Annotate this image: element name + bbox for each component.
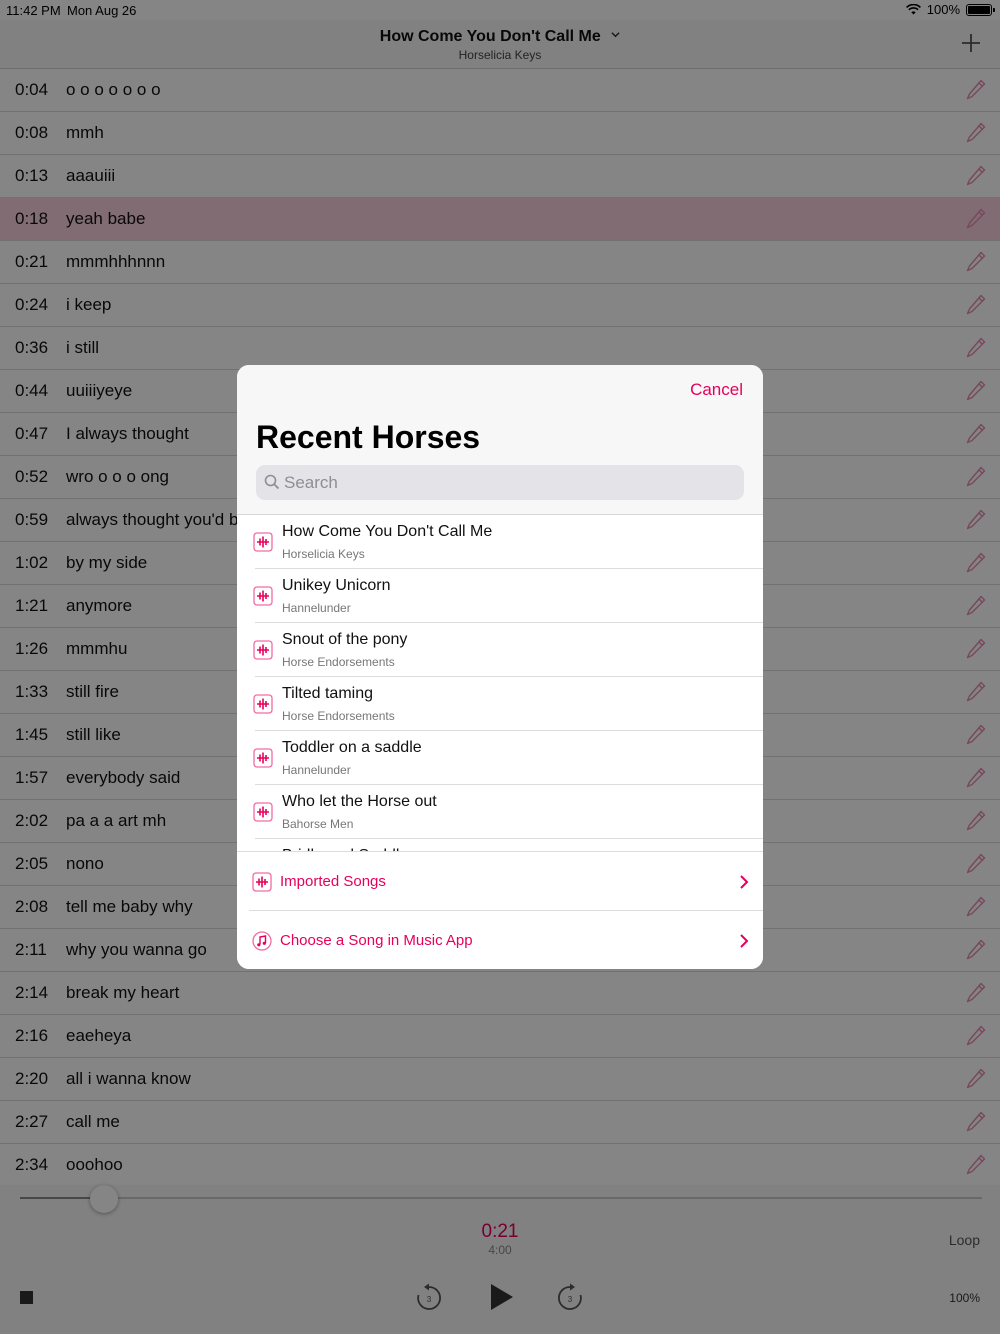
search-field[interactable] xyxy=(256,465,744,500)
song-item-artist: Horse Endorsements xyxy=(282,655,395,669)
waveform-icon xyxy=(253,586,273,606)
song-item-artist: Hannelunder xyxy=(282,601,351,615)
modal-header: Cancel Recent Horses xyxy=(237,365,763,515)
search-input[interactable] xyxy=(284,465,734,500)
waveform-icon xyxy=(253,640,273,660)
waveform-icon xyxy=(253,802,273,822)
chevron-right-icon xyxy=(740,875,749,889)
song-item-title: Toddler on a saddle xyxy=(282,739,422,756)
song-item[interactable]: Unikey Unicorn Hannelunder xyxy=(237,569,763,623)
link-label: Choose a Song in Music App xyxy=(280,932,473,949)
song-item-title: Tilted taming xyxy=(282,685,373,702)
chevron-right-icon xyxy=(740,934,749,948)
song-item-title: Snout of the pony xyxy=(282,631,408,648)
song-item-artist: Horse Endorsements xyxy=(282,709,395,723)
waveform-icon xyxy=(253,694,273,714)
song-item[interactable]: How Come You Don't Call Me Horselicia Key… xyxy=(237,515,763,569)
waveform-icon xyxy=(252,872,272,892)
song-item[interactable]: Toddler on a saddle Hannelunder xyxy=(237,731,763,785)
song-item-artist: Bahorse Men xyxy=(282,817,354,831)
cancel-button[interactable]: Cancel xyxy=(690,380,743,400)
music-app-link[interactable]: Choose a Song in Music App xyxy=(237,911,763,969)
song-item-title: Unikey Unicorn xyxy=(282,577,391,594)
song-item[interactable]: Tilted taming Horse Endorsements xyxy=(237,677,763,731)
song-item-artist: Horselicia Keys xyxy=(282,547,365,561)
song-item[interactable]: Bridle and Saddle xyxy=(237,839,763,851)
song-item[interactable]: Snout of the pony Horse Endorsements xyxy=(237,623,763,677)
waveform-icon xyxy=(253,748,273,768)
music-note-icon xyxy=(252,931,272,951)
imported-songs-link[interactable]: Imported Songs xyxy=(237,852,763,911)
song-item[interactable]: Who let the Horse out Bahorse Men xyxy=(237,785,763,839)
song-item-title: How Come You Don't Call Me xyxy=(282,523,493,540)
link-label: Imported Songs xyxy=(280,873,386,890)
recent-horses-modal: Cancel Recent Horses How Come You Don't … xyxy=(237,365,763,969)
song-item-title: Who let the Horse out xyxy=(282,793,437,810)
search-icon xyxy=(264,474,280,490)
song-item-artist: Hannelunder xyxy=(282,763,351,777)
modal-title: Recent Horses xyxy=(256,419,481,455)
source-links: Imported Songs Choose a Song in Music App xyxy=(237,851,763,969)
waveform-icon xyxy=(253,532,273,552)
song-list: How Come You Don't Call Me Horselicia Key… xyxy=(237,515,763,851)
